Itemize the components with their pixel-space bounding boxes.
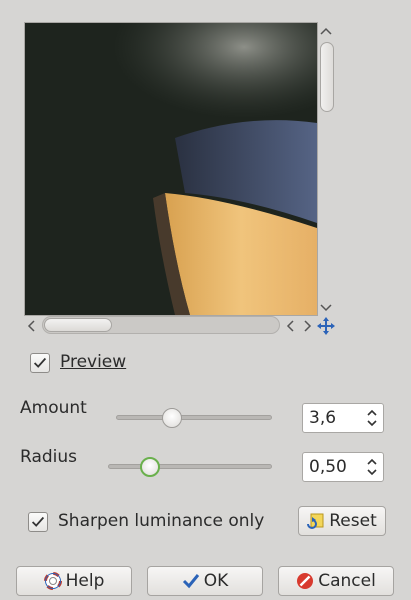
sharpen-luminance-label[interactable]: Sharpen luminance only <box>58 511 264 531</box>
help-button[interactable]: Help <box>16 566 132 596</box>
preview-image[interactable] <box>24 22 318 316</box>
spin-arrows-icon[interactable] <box>365 407 379 429</box>
scroll-left-arrow-secondary[interactable] <box>284 318 298 334</box>
help-icon <box>43 572 62 590</box>
preview-checkbox[interactable] <box>30 353 50 373</box>
cancel-icon <box>296 572 314 590</box>
radius-slider-handle[interactable] <box>140 457 160 477</box>
move-navigate-icon[interactable] <box>316 316 336 336</box>
scroll-left-arrow[interactable] <box>24 318 40 334</box>
help-button-label: Help <box>65 571 105 591</box>
vertical-scrollbar-thumb[interactable] <box>320 42 334 112</box>
spin-arrows-icon[interactable] <box>365 456 379 478</box>
reset-icon <box>307 512 325 530</box>
scroll-right-arrow[interactable] <box>300 318 314 334</box>
amount-value: 3,6 <box>309 408 337 428</box>
check-icon <box>182 572 200 590</box>
ok-button[interactable]: OK <box>147 566 263 596</box>
preview-label[interactable]: Preview <box>60 352 126 372</box>
reset-button[interactable]: Reset <box>298 506 386 536</box>
radius-slider-track[interactable] <box>108 464 272 469</box>
ok-button-label: OK <box>203 571 229 591</box>
radius-label: Radius <box>20 447 78 467</box>
sharpen-luminance-checkbox[interactable] <box>28 512 48 532</box>
preview-label-text: Preview <box>60 352 127 372</box>
radius-value: 0,50 <box>309 457 347 477</box>
radius-spinbox[interactable]: 0,50 <box>302 452 384 482</box>
cancel-button-label: Cancel <box>318 571 376 591</box>
scroll-down-arrow[interactable] <box>318 299 334 315</box>
reset-button-label: Reset <box>329 511 377 531</box>
amount-label: Amount <box>20 398 87 418</box>
cancel-button[interactable]: Cancel <box>278 566 394 596</box>
amount-slider-track[interactable] <box>116 415 272 420</box>
amount-spinbox[interactable]: 3,6 <box>302 403 384 433</box>
scroll-up-arrow[interactable] <box>318 24 334 40</box>
amount-slider-handle[interactable] <box>162 408 182 428</box>
horizontal-scrollbar-thumb[interactable] <box>44 318 112 332</box>
